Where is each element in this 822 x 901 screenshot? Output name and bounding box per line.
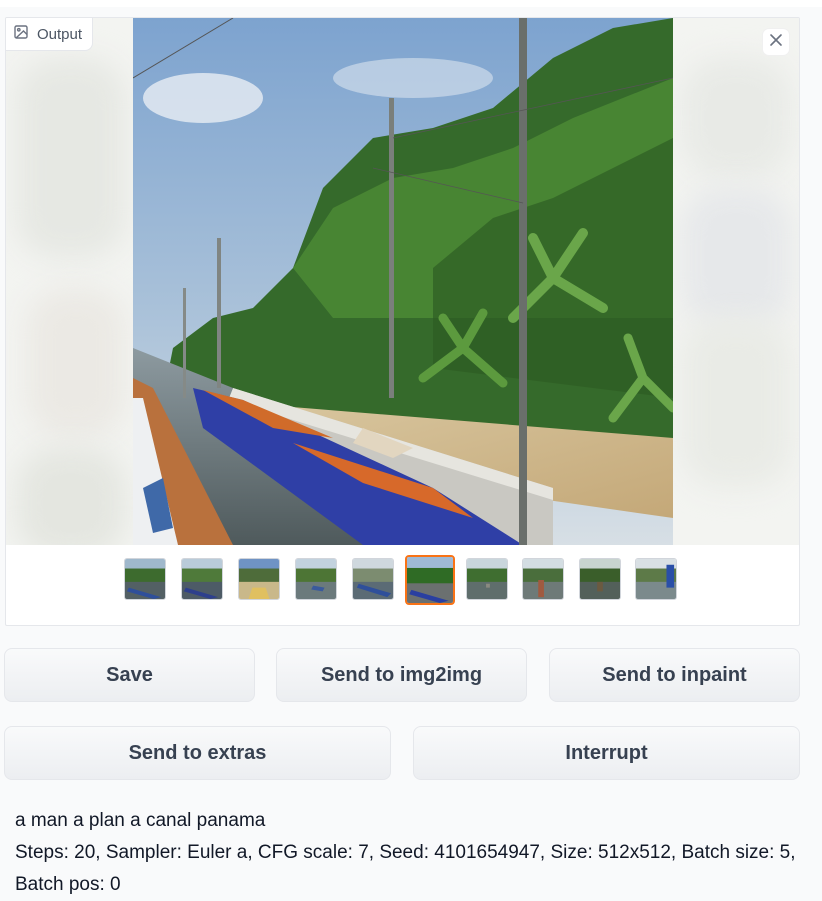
- thumbnail-7[interactable]: [466, 558, 508, 600]
- thumbnail-strip: [6, 555, 799, 605]
- interrupt-button[interactable]: Interrupt: [413, 726, 800, 780]
- thumbnail-10[interactable]: [635, 558, 677, 600]
- thumbnail-9[interactable]: [579, 558, 621, 600]
- prompt-text: a man a plan a canal panama: [15, 810, 266, 831]
- thumbnail-3[interactable]: [238, 558, 280, 600]
- thumbnail-4[interactable]: [295, 558, 337, 600]
- output-label: Output: [6, 18, 94, 51]
- thumbnail-2[interactable]: [181, 558, 223, 600]
- image-icon: [14, 25, 28, 43]
- send-to-inpaint-button[interactable]: Send to inpaint: [549, 648, 800, 702]
- thumbnail-1[interactable]: [124, 558, 166, 600]
- top-strip: [0, 0, 822, 7]
- main-preview-image[interactable]: [132, 18, 678, 545]
- generation-params-text: Steps: 20, Sampler: Euler a, CFG scale: …: [15, 842, 796, 895]
- output-label-text: Output: [37, 25, 83, 43]
- send-to-img2img-button[interactable]: Send to img2img: [276, 648, 527, 702]
- save-button[interactable]: Save: [4, 648, 255, 702]
- thumbnail-6-selected[interactable]: [405, 555, 455, 605]
- thumbnail-5[interactable]: [352, 558, 394, 600]
- output-gallery: Output: [5, 17, 800, 626]
- close-icon: [769, 33, 783, 52]
- thumbnail-8[interactable]: [522, 558, 564, 600]
- send-to-extras-button[interactable]: Send to extras: [4, 726, 391, 780]
- close-button[interactable]: [763, 29, 789, 55]
- generation-info: a man a plan a canal panama Steps: 20, S…: [15, 805, 805, 901]
